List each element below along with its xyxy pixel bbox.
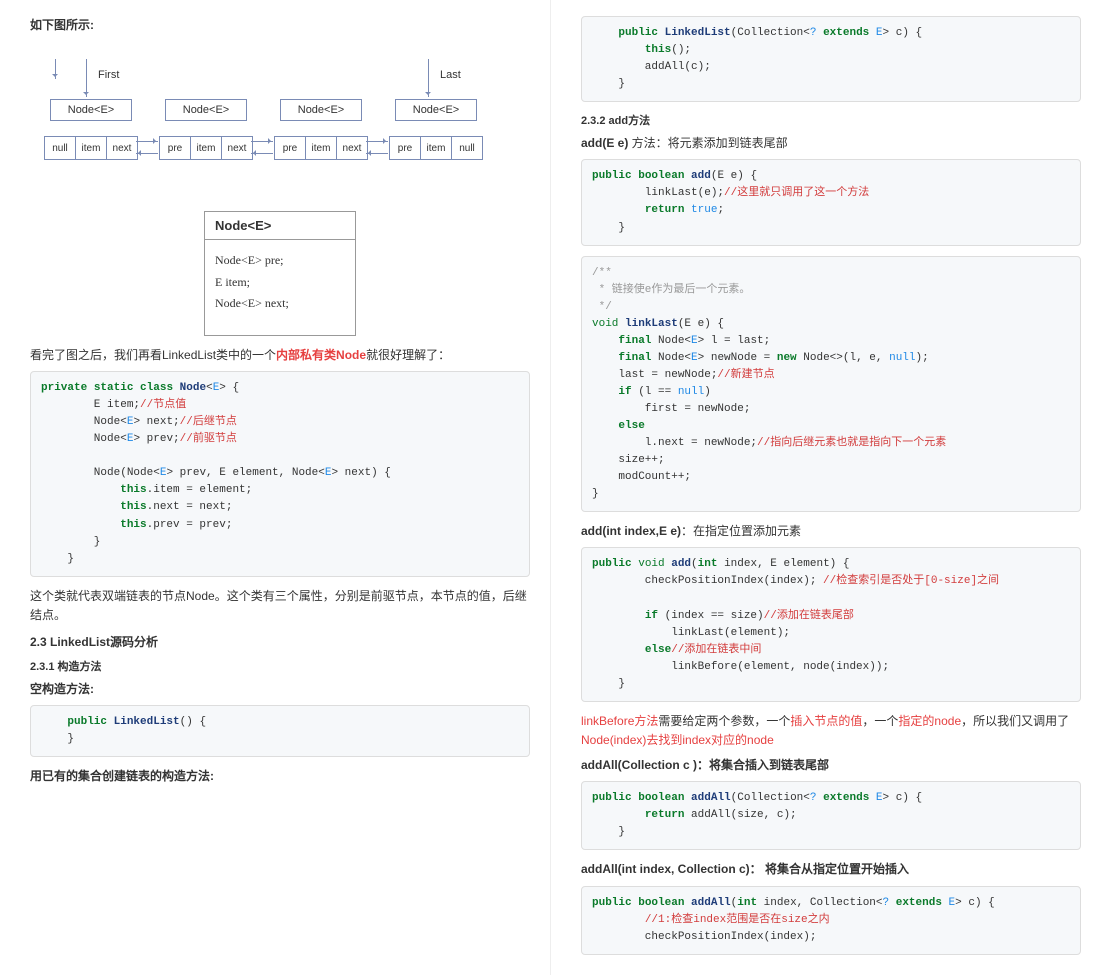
- node-box-3: Node<E>: [280, 99, 362, 121]
- cell: next: [107, 137, 137, 159]
- cell: item: [76, 137, 107, 159]
- lb-c: 插入节点的值: [790, 714, 862, 728]
- last-label: Last: [440, 69, 461, 81]
- cell: pre: [275, 137, 306, 159]
- collection-ctor-label: 用已有的集合创建链表的构造方法:: [30, 767, 530, 786]
- addall-desc: addAll(Collection c )：将集合插入到链表尾部: [581, 756, 1081, 775]
- after-diagram-red: 内部私有类Node: [276, 348, 366, 362]
- code-collection-ctor: public LinkedList(Collection<? extends E…: [581, 16, 1081, 102]
- add-e-text: 方法：将元素添加到链表尾部: [628, 136, 787, 150]
- cells-4: pre item null: [389, 136, 483, 160]
- code-addall: public boolean addAll(Collection<? exten…: [581, 781, 1081, 850]
- code-addall-index: public boolean addAll(int index, Collect…: [581, 886, 1081, 955]
- node-class-summary: 这个类就代表双端链表的节点Node。这个类有三个属性，分别是前驱节点，本节点的值…: [30, 587, 530, 625]
- code-add-index: public void add(int index, E element) { …: [581, 547, 1081, 701]
- code-node-class: private static class Node<E> { E item;//…: [30, 371, 530, 577]
- heading-2-3: 2.3 LinkedList源码分析: [30, 633, 530, 650]
- node-box-1: Node<E>: [50, 99, 132, 121]
- add-index-text: ：在指定位置添加元素: [681, 524, 801, 538]
- add-e-desc: add(E e) 方法：将元素添加到链表尾部: [581, 134, 1081, 153]
- code-add-e: public boolean add(E e) { linkLast(e);//…: [581, 159, 1081, 245]
- add-index-sig: add(int index,E e): [581, 524, 681, 538]
- lb-g: Node(index)去找到index对应的node: [581, 733, 774, 747]
- node-field-pre: Node<E> pre;: [215, 250, 345, 272]
- back-arrow-2: [251, 153, 273, 154]
- lb-f: ，所以我们又调用了: [961, 714, 1069, 728]
- page: 如下图所示: First Last Node<E> Node<E> Node<E…: [0, 0, 1101, 975]
- empty-ctor-label: 空构造方法:: [30, 680, 530, 699]
- lb-e: 指定的node: [898, 714, 961, 728]
- node-class-body: Node<E> pre; E item; Node<E> next;: [205, 240, 355, 335]
- addall-index-desc: addAll(int index, Collection c)： 将集合从指定位…: [581, 860, 1081, 879]
- cells-1: null item next: [44, 136, 138, 160]
- first-label: First: [98, 69, 119, 81]
- node-class-box: Node<E> Node<E> pre; E item; Node<E> nex…: [204, 211, 356, 336]
- heading-2-3-1: 2.3.1 构造方法: [30, 658, 530, 674]
- left-column: 如下图所示: First Last Node<E> Node<E> Node<E…: [0, 0, 551, 975]
- right-column: public LinkedList(Collection<? extends E…: [551, 0, 1101, 975]
- after-diagram-a: 看完了图之后，我们再看LinkedList类中的一个: [30, 348, 276, 362]
- after-diagram-text: 看完了图之后，我们再看LinkedList类中的一个内部私有类Node就很好理解…: [30, 346, 530, 365]
- cell: null: [45, 137, 76, 159]
- cell: next: [337, 137, 367, 159]
- cells-3: pre item next: [274, 136, 368, 160]
- heading-2-3-2: 2.3.2 add方法: [581, 112, 1081, 128]
- fwd-arrow-3: [366, 141, 388, 142]
- node-class-title: Node<E>: [205, 212, 355, 240]
- intro-text: 如下图所示:: [30, 16, 530, 35]
- code-empty-ctor: public LinkedList() { }: [30, 705, 530, 757]
- node-field-item: E item;: [215, 272, 345, 294]
- back-arrow-3: [366, 153, 388, 154]
- cell: item: [306, 137, 337, 159]
- lb-d: ，一个: [862, 714, 898, 728]
- node-field-next: Node<E> next;: [215, 293, 345, 315]
- code-linklast: /** * 链接使e作为最后一个元素。 */ void linkLast(E e…: [581, 256, 1081, 513]
- node-box-4: Node<E>: [395, 99, 477, 121]
- first-arrow: [86, 59, 87, 97]
- cell: item: [421, 137, 452, 159]
- lb-a: linkBefore方法: [581, 714, 658, 728]
- cells-2: pre item next: [159, 136, 253, 160]
- node-box-2: Node<E>: [165, 99, 247, 121]
- linkbefore-note: linkBefore方法需要给定两个参数，一个插入节点的值，一个指定的node，…: [581, 712, 1081, 750]
- decorative-bar: [55, 59, 56, 79]
- fwd-arrow-2: [251, 141, 273, 142]
- add-index-desc: add(int index,E e)：在指定位置添加元素: [581, 522, 1081, 541]
- lb-b: 需要给定两个参数，一个: [658, 714, 790, 728]
- fwd-arrow-1: [136, 141, 158, 142]
- cell: pre: [390, 137, 421, 159]
- after-diagram-b: 就很好理解了：: [366, 348, 450, 362]
- cell: null: [452, 137, 482, 159]
- cell: pre: [160, 137, 191, 159]
- cell: next: [222, 137, 252, 159]
- linked-list-diagram: First Last Node<E> Node<E> Node<E> Node<…: [30, 41, 530, 191]
- add-e-sig: add(E e): [581, 136, 628, 150]
- last-arrow: [428, 59, 429, 97]
- back-arrow-1: [136, 153, 158, 154]
- cell: item: [191, 137, 222, 159]
